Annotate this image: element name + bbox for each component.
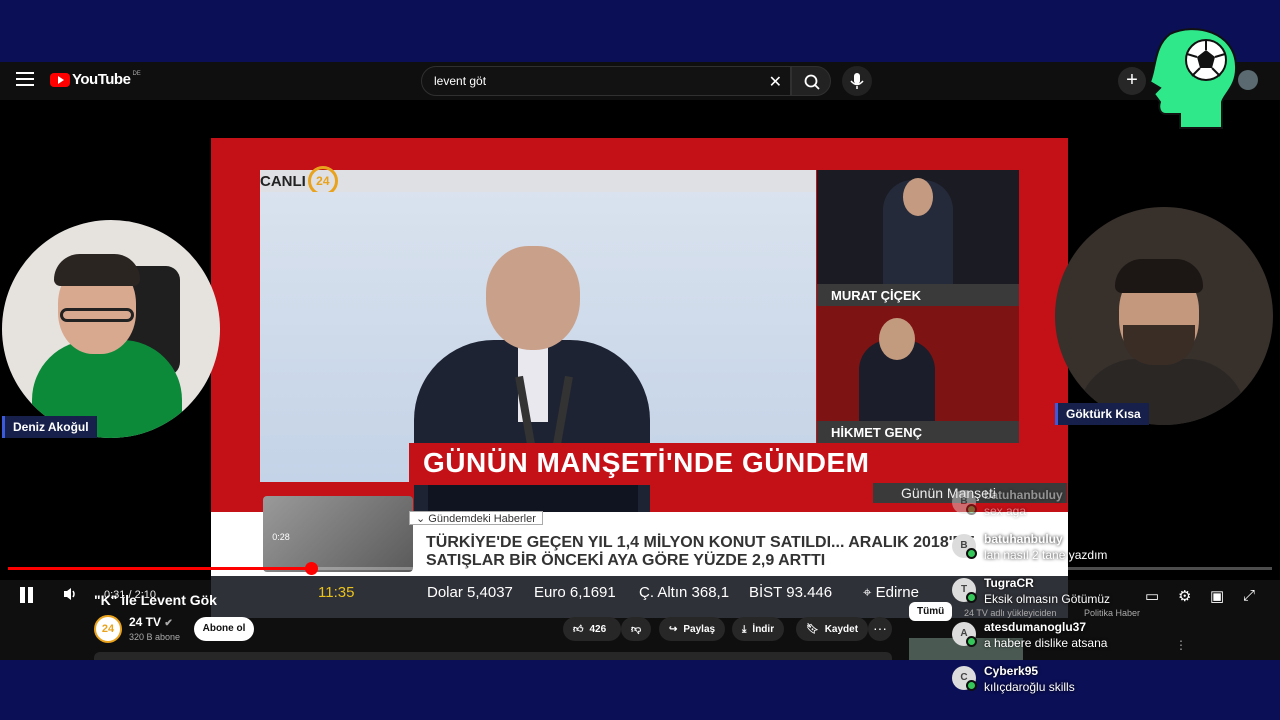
streamer-right-hair — [1115, 259, 1203, 293]
search-value: levent göt — [434, 74, 487, 88]
logo-text: YouTube — [72, 71, 131, 88]
tv-headline: GÜNÜN MANŞETİ'NDE GÜNDEM — [409, 443, 1026, 485]
chat-badge-icon — [966, 548, 977, 559]
video-frame: CANLI 24 MURAT ÇİÇEK HİKMET GENÇ GÜNÜN M… — [211, 138, 1068, 618]
webcam-left — [2, 220, 220, 438]
menu-icon[interactable] — [16, 72, 34, 88]
weather-city: ⌖ Edirne — [863, 584, 919, 601]
chat-text: Eksik olmasın Götümüz — [984, 592, 1111, 606]
speaker-head — [486, 246, 580, 350]
microphone-icon — [850, 73, 864, 89]
hover-preview-time: 0:28 — [272, 532, 290, 542]
chat-text: sex aga — [984, 504, 1027, 518]
verified-icon: ✔ — [164, 618, 173, 629]
chat-text: lan nasıl 2 tane yazdım — [984, 548, 1108, 562]
bookmark-icon: 🔖︎ — [806, 623, 819, 635]
youtube-play-icon — [50, 72, 70, 87]
chat-badge-icon — [966, 680, 977, 691]
more-actions-button[interactable]: ··· — [868, 617, 892, 641]
chat-text: kılıçdaroğlu skills — [984, 680, 1075, 694]
search-icon — [804, 74, 820, 90]
city-label: Edirne — [875, 584, 919, 601]
like-button[interactable]: 👍︎ 426 — [563, 617, 621, 641]
pause-icon-bar — [28, 587, 33, 603]
progress-fill — [8, 567, 311, 570]
host1-shot — [817, 170, 1019, 284]
live-badge: CANLI 24 — [260, 166, 338, 196]
volume-icon[interactable] — [62, 586, 80, 606]
chat-username: Cyberk95 — [984, 664, 1039, 678]
streamer-left-name: Deniz Akoğul — [2, 416, 97, 438]
share-button[interactable]: ↪ Paylaş — [659, 617, 726, 641]
subscribe-button[interactable]: Abone ol — [194, 617, 254, 641]
chat-badge-icon — [966, 592, 977, 603]
voice-search-button[interactable] — [842, 66, 872, 96]
like-count: 426 — [589, 623, 607, 635]
search-button[interactable] — [791, 66, 831, 96]
gold-rate: Ç. Altın 368,1 — [639, 584, 730, 601]
chat-text: a habere dislike atsana — [984, 636, 1108, 650]
webcam-right — [1055, 207, 1273, 425]
euro-rate: Euro 6,1691 — [534, 584, 616, 601]
chat-message: C Cyberk95 kılıçdaroğlu skills — [944, 662, 1264, 702]
dolar-rate: Dolar 5,4037 — [427, 584, 513, 601]
chat-username: atesdumanoglu37 — [984, 620, 1087, 634]
stream-overlay-top — [0, 0, 1280, 62]
chat-overlay: Bbatuhanbuluy sex aga Bbatuhanbuluy lan nas… — [944, 486, 1264, 704]
close-icon[interactable]: ✕ — [769, 72, 782, 92]
tv-clock: 11:35 — [318, 584, 355, 601]
save-label: Kaydet — [824, 623, 859, 635]
streamer-left-hair — [54, 254, 140, 286]
chat-message: Bbatuhanbuluy lan nasıl 2 tane yazdım — [944, 530, 1264, 570]
brain-football-logo-icon — [1148, 28, 1238, 129]
ticker-tag: ⌄ Gündemdeki Haberler — [409, 511, 543, 525]
chat-message: T TugraCR Eksik olmasın Götümüz — [944, 574, 1264, 614]
streamer-right-name: Göktürk Kısa — [1055, 403, 1149, 425]
chat-badge-icon — [966, 636, 977, 647]
logo-region: DE — [132, 70, 141, 77]
ticker-line-1: TÜRKİYE'DE GEÇEN YIL 1,4 MİLYON KONUT SA… — [426, 534, 975, 551]
save-button[interactable]: 🔖︎ Kaydet — [796, 617, 869, 641]
avatar[interactable] — [1238, 70, 1258, 90]
host1-face — [903, 178, 933, 216]
channel-name-text: 24 TV — [129, 615, 162, 629]
thumbs-up-icon: 👍︎ — [573, 624, 584, 635]
dislike-button[interactable]: 👎︎ — [621, 617, 651, 641]
host1-name: MURAT ÇİÇEK — [817, 284, 1019, 306]
channel-name[interactable]: 24 TV ✔ — [129, 615, 173, 629]
description-box[interactable] — [94, 652, 892, 660]
host2-shot — [817, 306, 1019, 426]
channel-avatar[interactable]: 24 — [94, 615, 122, 643]
thumbs-down-icon: 👎︎ — [631, 624, 642, 635]
share-icon: ↪ — [669, 623, 678, 635]
masthead: YouTube DE levent göt ✕ + — [0, 62, 1280, 100]
pause-button[interactable] — [20, 587, 36, 603]
youtube-logo[interactable]: YouTube DE — [50, 71, 141, 88]
download-button[interactable]: ⤓ İndir — [732, 617, 785, 641]
pause-icon-bar — [20, 587, 25, 603]
chat-username: batuhanbuluy — [984, 532, 1063, 546]
live-label: CANLI — [260, 172, 306, 190]
chat-badge-icon — [966, 504, 977, 515]
chat-username: batuhanbuluy — [984, 488, 1063, 502]
progress-handle[interactable] — [305, 562, 318, 575]
ticker-tag-label: Gündemdeki Haberler — [428, 513, 536, 525]
speaker-shot — [260, 192, 816, 536]
host2-name: HİKMET GENÇ — [817, 421, 1019, 443]
chat-message: Aatesdumanoglu37 a habere dislike atsana — [944, 618, 1264, 658]
subscriber-count: 320 B abone — [129, 632, 181, 642]
download-icon: ⤓ — [742, 623, 747, 635]
host2-face — [879, 318, 915, 360]
tv-header-bar — [260, 170, 816, 192]
chat-message: Bbatuhanbuluy sex aga — [944, 486, 1264, 526]
search-input[interactable]: levent göt ✕ — [421, 66, 791, 96]
bist-index: BİST 93.446 — [749, 584, 833, 601]
share-label: Paylaş — [683, 623, 716, 635]
video-title: "K" ile Levent Gök — [94, 592, 217, 608]
chat-username: TugraCR — [984, 576, 1034, 590]
glasses — [60, 308, 134, 322]
download-label: İndir — [752, 623, 775, 635]
